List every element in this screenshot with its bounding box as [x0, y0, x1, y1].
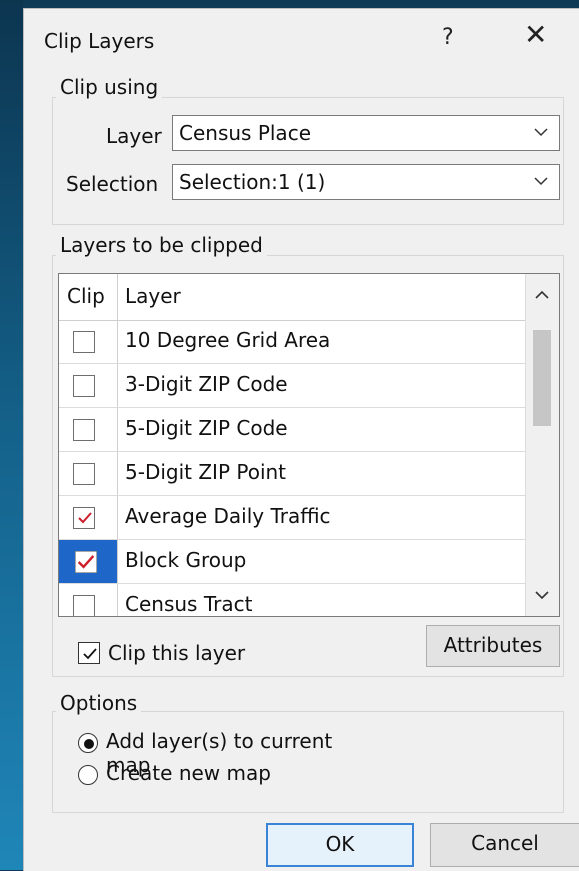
layer-dropdown[interactable]: Census Place: [172, 115, 560, 151]
clip-checkbox[interactable]: [73, 595, 95, 616]
help-button[interactable]: ?: [442, 25, 454, 50]
layer-name: 5-Digit ZIP Code: [125, 416, 288, 440]
layer-name: 3-Digit ZIP Code: [125, 372, 288, 396]
column-header-clip[interactable]: Clip: [59, 274, 118, 320]
clip-checkbox[interactable]: [73, 331, 95, 353]
ok-button[interactable]: OK: [266, 823, 414, 867]
clip-checkbox[interactable]: [73, 375, 95, 397]
add-to-current-map-radio[interactable]: Add layer(s) to current map: [78, 727, 378, 777]
clip-cell: [59, 408, 118, 451]
options-legend: Options: [56, 691, 142, 715]
clip-checkbox[interactable]: [73, 419, 95, 441]
scroll-down-icon[interactable]: [533, 586, 551, 604]
layer-label: Layer: [106, 124, 162, 148]
list-scrollbar[interactable]: [525, 274, 559, 616]
clip-this-layer-checkbox[interactable]: Clip this layer: [78, 633, 278, 673]
table-row[interactable]: Census Tract: [59, 584, 527, 616]
close-icon[interactable]: ✕: [524, 21, 547, 49]
table-row[interactable]: 10 Degree Grid Area: [59, 320, 527, 364]
list-header: Clip Layer: [59, 274, 527, 321]
layers-list: Clip Layer 10 Degree Grid Area 3-Digit ZI…: [58, 273, 560, 617]
selection-dropdown[interactable]: Selection:1 (1): [172, 164, 560, 200]
scroll-up-icon[interactable]: [533, 286, 551, 304]
checkbox[interactable]: [78, 642, 100, 664]
checkmark-icon: [75, 551, 97, 573]
clip-layers-dialog: Clip Layers ? ✕ Clip using Layer Census …: [23, 8, 579, 871]
clip-checkbox[interactable]: [59, 540, 117, 583]
clip-this-layer-label: Clip this layer: [108, 641, 246, 665]
attributes-button[interactable]: Attributes: [426, 625, 560, 667]
dialog-title: Clip Layers: [44, 29, 155, 53]
table-row[interactable]: Average Daily Traffic: [59, 496, 527, 540]
layer-dropdown-value: Census Place: [179, 121, 311, 145]
clip-cell: [59, 540, 118, 583]
clip-cell: [59, 584, 118, 616]
radio-dot: [84, 739, 94, 749]
create-new-map-label: Create new map: [106, 761, 271, 785]
clip-using-legend: Clip using: [56, 75, 163, 99]
layer-name: Census Tract: [125, 592, 253, 616]
clip-checkbox[interactable]: [73, 507, 95, 529]
scroll-thumb[interactable]: [533, 330, 551, 426]
clip-checkbox[interactable]: [73, 463, 95, 485]
table-row[interactable]: 3-Digit ZIP Code: [59, 364, 527, 408]
chevron-down-icon: [534, 128, 548, 137]
layer-name: 5-Digit ZIP Point: [125, 460, 287, 484]
selection-dropdown-value: Selection:1 (1): [179, 170, 326, 194]
radio-button[interactable]: [78, 765, 98, 785]
radio-button[interactable]: [78, 733, 98, 753]
chevron-down-icon: [534, 177, 548, 186]
clip-cell: [59, 320, 118, 363]
checkmark-icon: [83, 648, 97, 660]
column-header-layer[interactable]: Layer: [117, 274, 526, 320]
table-row[interactable]: 5-Digit ZIP Point: [59, 452, 527, 496]
background-map-edge: [0, 0, 23, 870]
checkmark-icon: [78, 512, 92, 524]
selection-label: Selection: [66, 172, 159, 196]
layer-name: 10 Degree Grid Area: [125, 328, 331, 352]
table-row[interactable]: 5-Digit ZIP Code: [59, 408, 527, 452]
clip-cell: [59, 452, 118, 495]
layers-rows: 10 Degree Grid Area 3-Digit ZIP Code 5-Dig…: [59, 320, 527, 616]
layers-to-clip-legend: Layers to be clipped: [56, 233, 267, 257]
cancel-button[interactable]: Cancel: [430, 823, 579, 867]
clip-cell: [59, 364, 118, 407]
layer-name: Average Daily Traffic: [125, 504, 331, 528]
table-row[interactable]: Block Group: [59, 540, 527, 584]
create-new-map-radio[interactable]: Create new map: [78, 759, 378, 791]
layer-name: Block Group: [125, 548, 247, 572]
clip-cell: [59, 496, 118, 539]
